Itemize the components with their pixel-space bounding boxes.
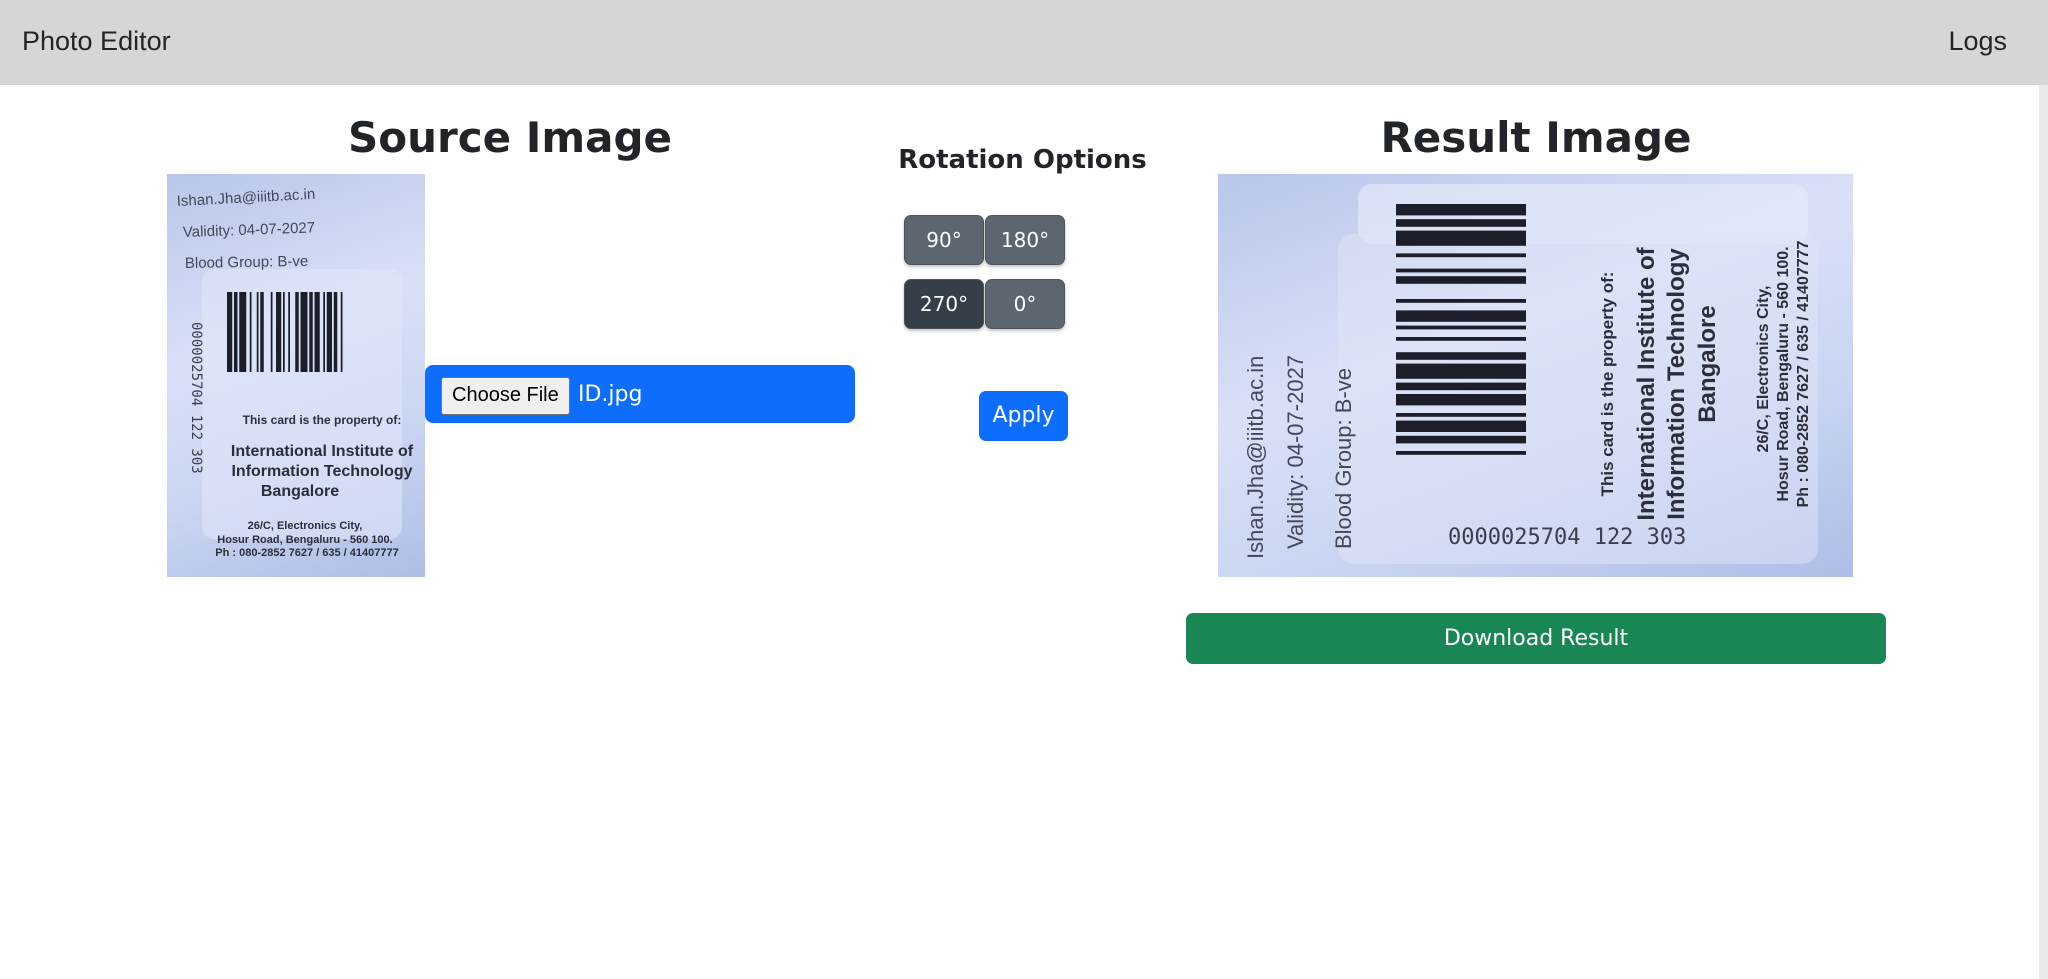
card-property-line: This card is the property of: <box>243 413 402 427</box>
logs-link[interactable]: Logs <box>1948 26 2007 57</box>
selected-file-name: ID.jpg <box>578 382 643 407</box>
barcode-bar <box>1396 435 1526 444</box>
barcode-bar <box>1396 325 1526 330</box>
barcode-bar <box>323 292 325 372</box>
barcode-bar <box>1396 253 1526 258</box>
result-card-institute-line-2: Information Technology <box>1663 248 1690 520</box>
barcode-bar <box>1396 394 1526 406</box>
card-phone: Ph : 080-2852 7627 / 635 / 41407777 <box>215 547 398 559</box>
barcode-bar <box>270 292 273 372</box>
barcode-bar <box>1396 363 1526 379</box>
barcode-bar <box>288 292 290 372</box>
source-image: Ishan.Jha@iiitb.ac.in Validity: 04-07-20… <box>167 174 425 577</box>
barcode-bar <box>256 292 259 372</box>
barcode-bar <box>309 292 313 372</box>
navbar: Photo Editor Logs <box>0 0 2048 85</box>
barcode-bar <box>1396 230 1526 246</box>
result-card-validity: Validity: 04-07-2027 <box>1283 355 1308 549</box>
result-card-address-line-2: Hosur Road, Bengaluru - 560 100. <box>1775 246 1792 501</box>
rotate-180-button[interactable]: 180° <box>985 215 1065 265</box>
barcode-bar <box>326 292 332 372</box>
barcode-bar <box>1396 352 1526 360</box>
barcode-bar <box>1396 451 1526 455</box>
card-barcode-number: 0000025704 122 303 <box>188 322 204 474</box>
barcode-bar <box>300 292 308 372</box>
id-card-graphic: Ishan.Jha@iiitb.ac.in Validity: 04-07-20… <box>176 186 414 559</box>
file-input[interactable]: Choose File ID.jpg <box>425 365 855 423</box>
result-image: Ishan.Jha@iiitb.ac.in Validity: 04-07-20… <box>1218 174 1853 577</box>
barcode-bar <box>283 292 285 372</box>
result-card-institute-line-3: Bangalore <box>1694 305 1721 422</box>
barcode-bar <box>1396 204 1526 216</box>
barcode-bar <box>1396 268 1526 273</box>
rotate-0-button[interactable]: 0° <box>985 279 1065 329</box>
rotate-90-button[interactable]: 90° <box>904 215 984 265</box>
card-address-line-2: Hosur Road, Bengaluru - 560 100. <box>217 534 392 546</box>
barcode-bar <box>1396 310 1526 322</box>
barcode-bar <box>295 292 299 372</box>
barcode-bar <box>1396 413 1526 417</box>
id-card-rotated-graphic: Ishan.Jha@iiitb.ac.in Validity: 04-07-20… <box>1243 184 1818 564</box>
source-image-title: Source Image <box>347 113 672 162</box>
barcode-bar <box>1396 299 1526 303</box>
card-blood-group: Blood Group: B-ve <box>185 253 309 272</box>
result-card-property-line: This card is the property of: <box>1598 272 1617 497</box>
page-scrollbar[interactable] <box>2039 85 2048 979</box>
result-card-blood-group: Blood Group: B-ve <box>1331 368 1356 549</box>
rotation-options-title: Rotation Options <box>898 145 1147 175</box>
id-card-landscape: Ishan.Jha@iiitb.ac.in Validity: 04-07-20… <box>1218 174 1853 577</box>
barcode-bar <box>340 292 343 372</box>
rotate-270-button[interactable]: 270° <box>904 279 984 329</box>
card-email: Ishan.Jha@iiitb.ac.in <box>176 186 315 210</box>
result-card-institute-line-1: International Institute of <box>1633 246 1660 520</box>
id-card-portrait: Ishan.Jha@iiitb.ac.in Validity: 04-07-20… <box>167 174 425 577</box>
result-card-address-line-1: 26/C, Electronics City, <box>1755 286 1772 453</box>
barcode-bar <box>249 292 252 372</box>
card-institute-line-2: Information Technology <box>231 463 412 480</box>
barcode-bar <box>1396 276 1526 284</box>
barcode-bar <box>239 292 247 372</box>
result-card-email: Ishan.Jha@iiitb.ac.in <box>1243 356 1268 559</box>
barcode-bar <box>1396 219 1526 227</box>
card-address-line-1: 26/C, Electronics City, <box>248 520 363 532</box>
apply-button[interactable]: Apply <box>979 391 1068 441</box>
barcode-bar <box>234 292 238 372</box>
card-validity: Validity: 04-07-2027 <box>183 219 316 241</box>
choose-file-button[interactable]: Choose File <box>441 377 570 415</box>
barcode-bar <box>260 292 264 372</box>
card-institute-line-1: International Institute of <box>231 443 414 460</box>
result-card-phone: Ph : 080-2852 7627 / 635 / 41407777 <box>1795 240 1812 507</box>
barcode-bar <box>1396 337 1526 341</box>
result-card-barcode-number: 0000025704 122 303 <box>1448 525 1686 550</box>
barcode-bar <box>227 292 233 372</box>
result-image-title: Result Image <box>1380 113 1692 162</box>
barcode-bar <box>333 292 338 372</box>
barcode-bar <box>1396 382 1526 391</box>
barcode-bar <box>276 292 282 372</box>
barcode-bar <box>1396 420 1526 432</box>
app-brand[interactable]: Photo Editor <box>22 26 171 57</box>
barcode-bar <box>314 292 320 372</box>
download-result-button[interactable]: Download Result <box>1186 613 1886 664</box>
card-institute-line-3: Bangalore <box>261 483 339 500</box>
